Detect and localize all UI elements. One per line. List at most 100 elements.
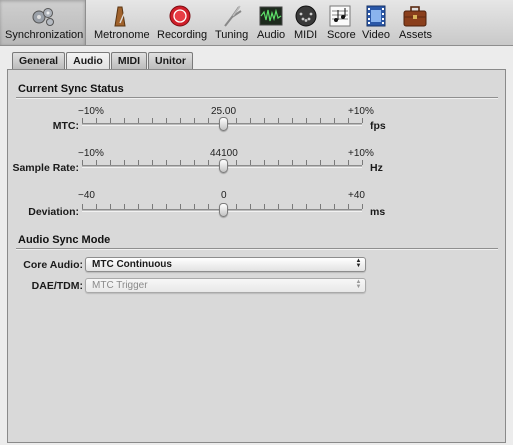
tab-general[interactable]: General xyxy=(12,52,66,69)
section-title-sync-mode: Audio Sync Mode xyxy=(18,234,111,246)
slider-tick xyxy=(362,204,363,209)
mtc-max-label: +10% xyxy=(348,106,374,117)
briefcase-icon xyxy=(402,5,428,27)
slider-tick xyxy=(334,118,335,123)
audio-sync-panel: Current Sync Status −10% 25.00 +10% MTC:… xyxy=(7,69,506,443)
slider-tick xyxy=(334,160,335,165)
slider-tick xyxy=(320,118,321,123)
toolbar-assets[interactable]: Assets xyxy=(396,0,434,45)
toolbar-recording[interactable]: Recording xyxy=(153,0,209,45)
slider-tick xyxy=(362,160,363,165)
toolbar-label: Metronome xyxy=(94,29,150,41)
slider-tick xyxy=(236,160,237,165)
slider-tick xyxy=(180,118,181,123)
slider-tick xyxy=(110,160,111,165)
slider-tick xyxy=(152,204,153,209)
slider-tick xyxy=(194,160,195,165)
dae-tdm-value: MTC Trigger xyxy=(92,280,148,291)
slider-tick xyxy=(292,118,293,123)
slider-tick xyxy=(96,160,97,165)
toolbar-label: Assets xyxy=(399,29,433,41)
core-audio-popup[interactable]: MTC Continuous ▲ ▼ xyxy=(85,257,366,272)
divider xyxy=(16,248,498,250)
deviation-max-label: +40 xyxy=(348,190,365,201)
deviation-center-label: 0 xyxy=(221,190,227,201)
slider-tick xyxy=(110,204,111,209)
slider-tick xyxy=(236,204,237,209)
deviation-label: Deviation: xyxy=(28,206,79,218)
toolbar-label: Video xyxy=(362,29,390,41)
toolbar-synchronization[interactable]: Synchronization xyxy=(0,0,86,45)
popup-arrows-icon: ▲ ▼ xyxy=(355,258,362,269)
slider-tick xyxy=(250,204,251,209)
slider-tick xyxy=(334,204,335,209)
film-strip-icon xyxy=(363,5,389,27)
tuning-fork-icon xyxy=(219,5,245,27)
slider-tick xyxy=(348,160,349,165)
audio-waveform-icon xyxy=(258,5,284,27)
preferences-toolbar: Synchronization Metronome Recording Tuni… xyxy=(0,0,513,46)
mtc-label: MTC: xyxy=(52,120,79,132)
slider-tick xyxy=(96,118,97,123)
midi-connector-icon xyxy=(293,5,319,27)
slider-tick xyxy=(138,160,139,165)
record-icon xyxy=(167,5,193,27)
slider-tick xyxy=(82,118,83,123)
slider-tick xyxy=(110,118,111,123)
deviation-unit: ms xyxy=(370,206,386,218)
deviation-slider-knob[interactable] xyxy=(219,203,228,217)
toolbar-audio[interactable]: Audio xyxy=(254,0,288,45)
slider-tick xyxy=(166,160,167,165)
slider-tick xyxy=(250,118,251,123)
toolbar-metronome[interactable]: Metronome xyxy=(90,0,150,45)
dae-tdm-popup[interactable]: MTC Trigger ▲ ▼ xyxy=(85,278,366,293)
sample-rate-max-label: +10% xyxy=(348,148,374,159)
slider-tick xyxy=(292,160,293,165)
slider-tick xyxy=(362,118,363,123)
toolbar-label: Synchronization xyxy=(5,29,84,41)
section-title-sync-status: Current Sync Status xyxy=(18,83,124,95)
slider-tick xyxy=(82,204,83,209)
slider-tick xyxy=(264,204,265,209)
tab-bar: General Audio MIDI Unitor xyxy=(12,52,194,69)
sample-rate-min-label: −10% xyxy=(78,148,104,159)
sample-rate-unit: Hz xyxy=(370,162,383,174)
metronome-icon xyxy=(107,5,133,27)
slider-tick xyxy=(208,160,209,165)
mtc-slider-knob[interactable] xyxy=(219,117,228,131)
slider-tick xyxy=(320,160,321,165)
deviation-slider-row: −40 0 +40 Deviation: ms xyxy=(8,190,507,230)
tab-audio[interactable]: Audio xyxy=(66,52,110,69)
core-audio-value: MTC Continuous xyxy=(92,259,172,270)
slider-tick xyxy=(292,204,293,209)
slider-tick xyxy=(124,204,125,209)
slider-tick xyxy=(166,118,167,123)
tab-midi[interactable]: MIDI xyxy=(110,52,148,69)
deviation-min-label: −40 xyxy=(78,190,95,201)
slider-tick xyxy=(138,118,139,123)
mtc-center-label: 25.00 xyxy=(211,106,237,117)
tab-unitor[interactable]: Unitor xyxy=(148,52,193,69)
toolbar-score[interactable]: Score xyxy=(324,0,356,45)
core-audio-label: Core Audio: xyxy=(23,259,83,271)
slider-tick xyxy=(306,160,307,165)
toolbar-midi[interactable]: MIDI xyxy=(291,0,321,45)
slider-tick xyxy=(208,118,209,123)
slider-tick xyxy=(152,118,153,123)
toolbar-video[interactable]: Video xyxy=(359,0,393,45)
mtc-min-label: −10% xyxy=(78,106,104,117)
sample-rate-slider-row: −10% 44100 +10% Sample Rate: Hz xyxy=(8,148,507,188)
slider-tick xyxy=(166,204,167,209)
mtc-slider-row: −10% 25.00 +10% MTC: fps xyxy=(8,106,507,146)
divider xyxy=(16,97,498,99)
slider-tick xyxy=(348,204,349,209)
slider-tick xyxy=(306,118,307,123)
toolbar-label: Score xyxy=(327,29,356,41)
slider-tick xyxy=(96,204,97,209)
slider-tick xyxy=(124,160,125,165)
slider-tick xyxy=(180,160,181,165)
slider-tick xyxy=(250,160,251,165)
slider-tick xyxy=(236,118,237,123)
toolbar-tuning[interactable]: Tuning xyxy=(212,0,252,45)
sample-rate-slider-knob[interactable] xyxy=(219,159,228,173)
